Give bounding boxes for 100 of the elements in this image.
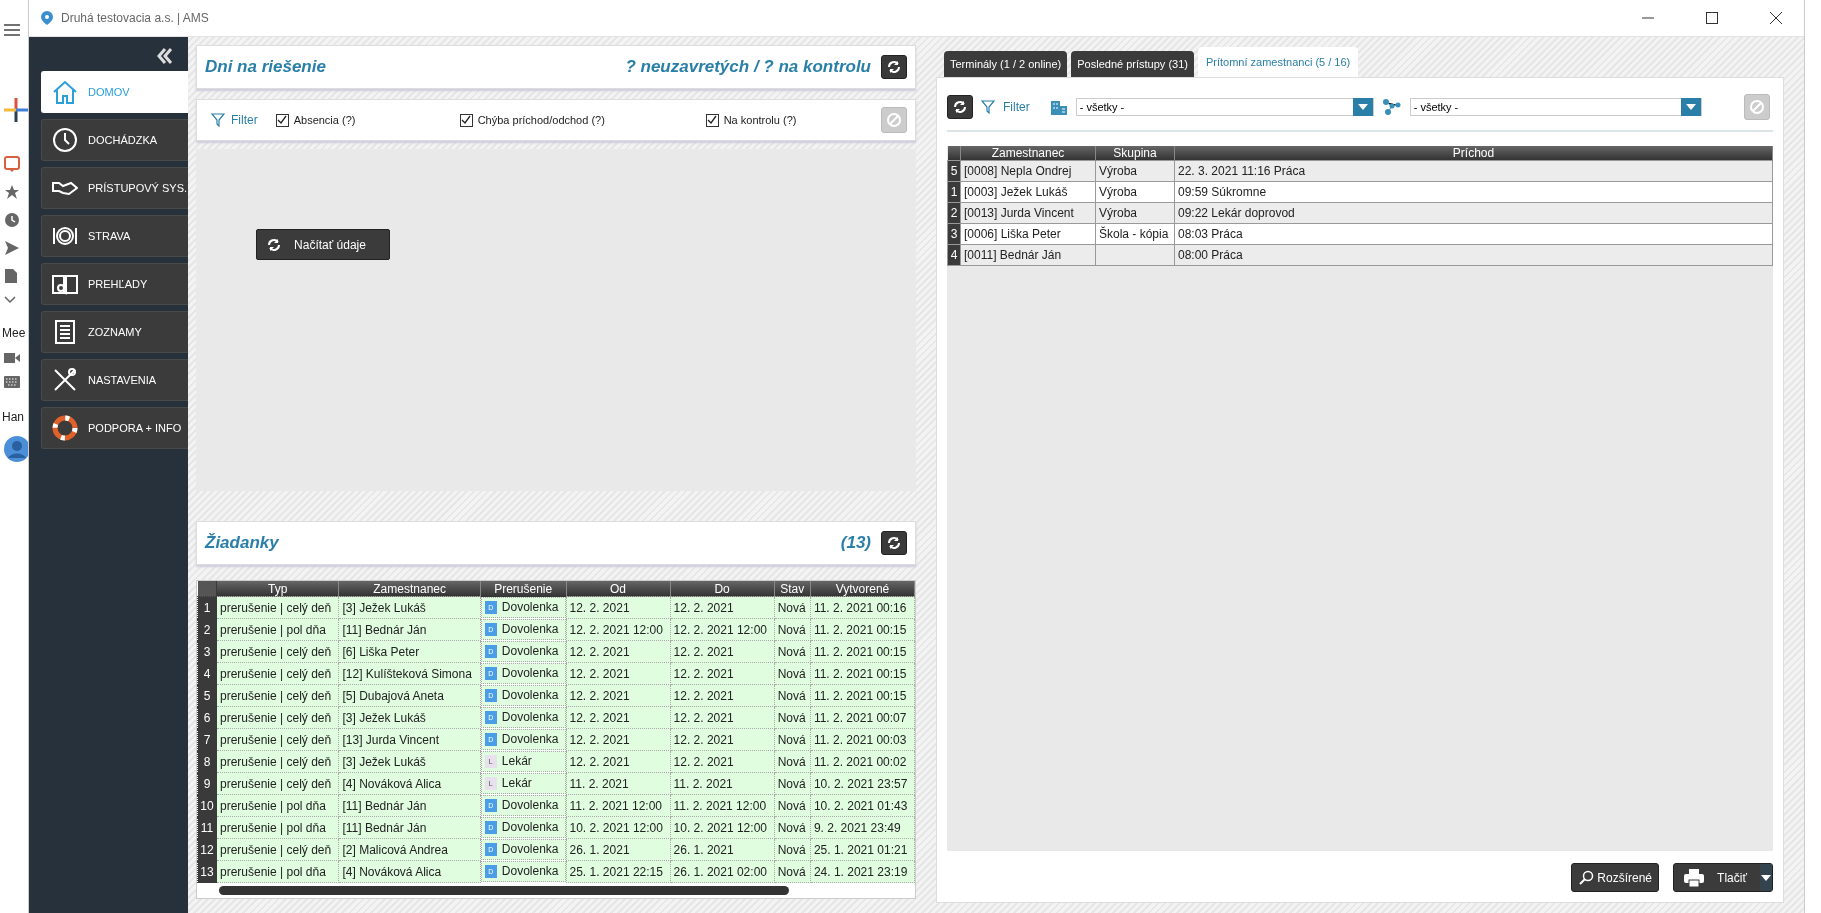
close-icon[interactable] [1770, 12, 1782, 24]
column-header[interactable]: Do [670, 581, 775, 597]
checkbox[interactable] [459, 113, 473, 127]
column-header[interactable]: Zamestnanec [960, 146, 1096, 161]
table-cell: 12. 2. 2021 [566, 728, 671, 751]
table-cell: 12. 2. 2021 [566, 750, 671, 773]
table-cell: Dovolenka [501, 864, 559, 878]
column-header[interactable]: Skupina [1095, 146, 1175, 161]
table-cell: Dovolenka [501, 710, 559, 724]
refresh-icon [887, 536, 901, 550]
table-cell: 12. 2. 2021 [566, 640, 671, 663]
load-data-button[interactable]: Načítať údaje [256, 229, 390, 260]
filter-label: Filter [1003, 100, 1030, 114]
send-icon[interactable] [4, 240, 20, 256]
column-header[interactable]: Typ [216, 581, 339, 597]
row-number: 8 [197, 750, 217, 773]
refresh-button[interactable] [881, 531, 907, 555]
nav-item[interactable]: ZOZNAMY [41, 311, 188, 353]
video-icon[interactable] [4, 352, 20, 364]
file-icon[interactable] [4, 268, 18, 284]
print-button[interactable]: Tlačiť [1673, 863, 1773, 892]
row-number: 13 [197, 860, 217, 883]
nav-icon [52, 319, 78, 345]
star-icon[interactable] [4, 184, 20, 200]
tab[interactable]: Prítomní zamestnanci (5 / 16) [1197, 47, 1359, 77]
chevron-down-icon[interactable] [4, 296, 16, 304]
nav-item[interactable]: DOCHÁDZKA [41, 119, 188, 161]
collapse-icon[interactable] [156, 47, 174, 65]
advanced-search-button[interactable]: Rozšírené [1571, 863, 1659, 892]
row-number: 6 [197, 706, 217, 729]
checkbox[interactable] [275, 113, 289, 127]
table-cell: [5] Dubajová Aneta [338, 684, 481, 707]
table-cell: Dovolenka [501, 732, 559, 746]
group-icon [1381, 98, 1402, 116]
row-number: 1 [947, 181, 961, 203]
table-cell: Dovolenka [501, 688, 559, 702]
column-header[interactable]: Od [566, 581, 671, 597]
table-cell: Výroba [1099, 164, 1138, 178]
inbox-icon[interactable] [4, 156, 20, 172]
building-select[interactable]: - všetky - [1075, 98, 1374, 116]
column-header[interactable]: Príchod [1174, 146, 1773, 161]
avatar-icon [4, 436, 30, 462]
panel-title: Žiadanky [205, 533, 279, 553]
nav-item[interactable]: STRAVA [41, 215, 188, 257]
row-number: 4 [197, 662, 217, 685]
panel-summary: ? neuzavretých / ? na kontrolu [625, 57, 871, 77]
nav-icon [52, 367, 78, 393]
nav-item[interactable]: PRÍSTUPOVÝ SYS. [41, 167, 188, 209]
clear-icon [886, 112, 902, 128]
menu-icon[interactable] [4, 24, 20, 36]
table-cell: Lekár [501, 754, 532, 768]
checkbox[interactable] [705, 113, 719, 127]
column-header[interactable]: Prerušenie [480, 581, 566, 597]
column-header[interactable]: Zamestnanec [338, 581, 481, 597]
table-cell: 11. 2. 2021 12:00 [566, 794, 671, 817]
nav-item[interactable]: PODPORA + INFO [41, 407, 188, 449]
row-number: 3 [947, 223, 961, 245]
caret-down-icon [1685, 104, 1696, 110]
tab[interactable]: Posledné prístupy (31) [1071, 51, 1194, 77]
group-select[interactable]: - všetky - [1409, 98, 1702, 116]
checkbox-label: Chýba príchod/odchod (?) [477, 114, 605, 126]
nav-item[interactable]: PREHĽADY [41, 263, 188, 305]
building-icon [1049, 99, 1068, 115]
keyboard-icon[interactable] [4, 376, 20, 388]
column-header[interactable]: Vytvorené [810, 581, 915, 597]
refresh-button[interactable] [881, 55, 907, 79]
clock-icon[interactable] [4, 212, 20, 228]
tab[interactable]: Terminály (1 / 2 online) [944, 51, 1068, 77]
nav-icon [52, 127, 78, 153]
table-cell: 12. 2. 2021 [566, 706, 671, 729]
column-header[interactable]: Stav [774, 581, 811, 597]
table-cell: [6] Liška Peter [338, 640, 481, 663]
table-cell: 08:00 Práca [1174, 244, 1773, 266]
table-cell: 25. 1. 2021 22:15 [566, 860, 671, 883]
table-cell: [11] Bednár Ján [338, 618, 481, 641]
nav-item[interactable]: NASTAVENIA [41, 359, 188, 401]
table-cell: Výroba [1099, 185, 1138, 199]
row-number: 11 [197, 816, 217, 839]
table-cell: Dovolenka [501, 666, 559, 680]
table-cell: 09:22 Lekár doprovod [1174, 202, 1773, 224]
table-cell: [3] Ježek Lukáš [338, 596, 481, 619]
maximize-icon[interactable] [1706, 12, 1718, 24]
row-number: 3 [197, 640, 217, 663]
table-cell: 22. 3. 2021 11:16 Práca [1174, 160, 1773, 182]
refresh-icon [267, 237, 281, 252]
caret-down-icon [1761, 874, 1771, 881]
table-cell: [3] Ježek Lukáš [338, 750, 481, 773]
table-cell: Výroba [1099, 206, 1138, 220]
table-cell: [11] Bednár Ján [338, 794, 481, 817]
row-number: 5 [197, 684, 217, 707]
table-cell: 12. 2. 2021 [566, 684, 671, 707]
refresh-icon [887, 60, 901, 74]
plus-icon[interactable] [4, 98, 28, 122]
table-cell: 11. 2. 2021 [566, 772, 671, 795]
table-cell: Škola - kópia [1099, 227, 1169, 241]
table-cell: 12. 2. 2021 [566, 662, 671, 685]
refresh-button[interactable] [947, 95, 973, 119]
table-cell: 26. 1. 2021 [566, 838, 671, 861]
row-number: 1 [197, 596, 217, 619]
clear-icon [1748, 99, 1765, 115]
